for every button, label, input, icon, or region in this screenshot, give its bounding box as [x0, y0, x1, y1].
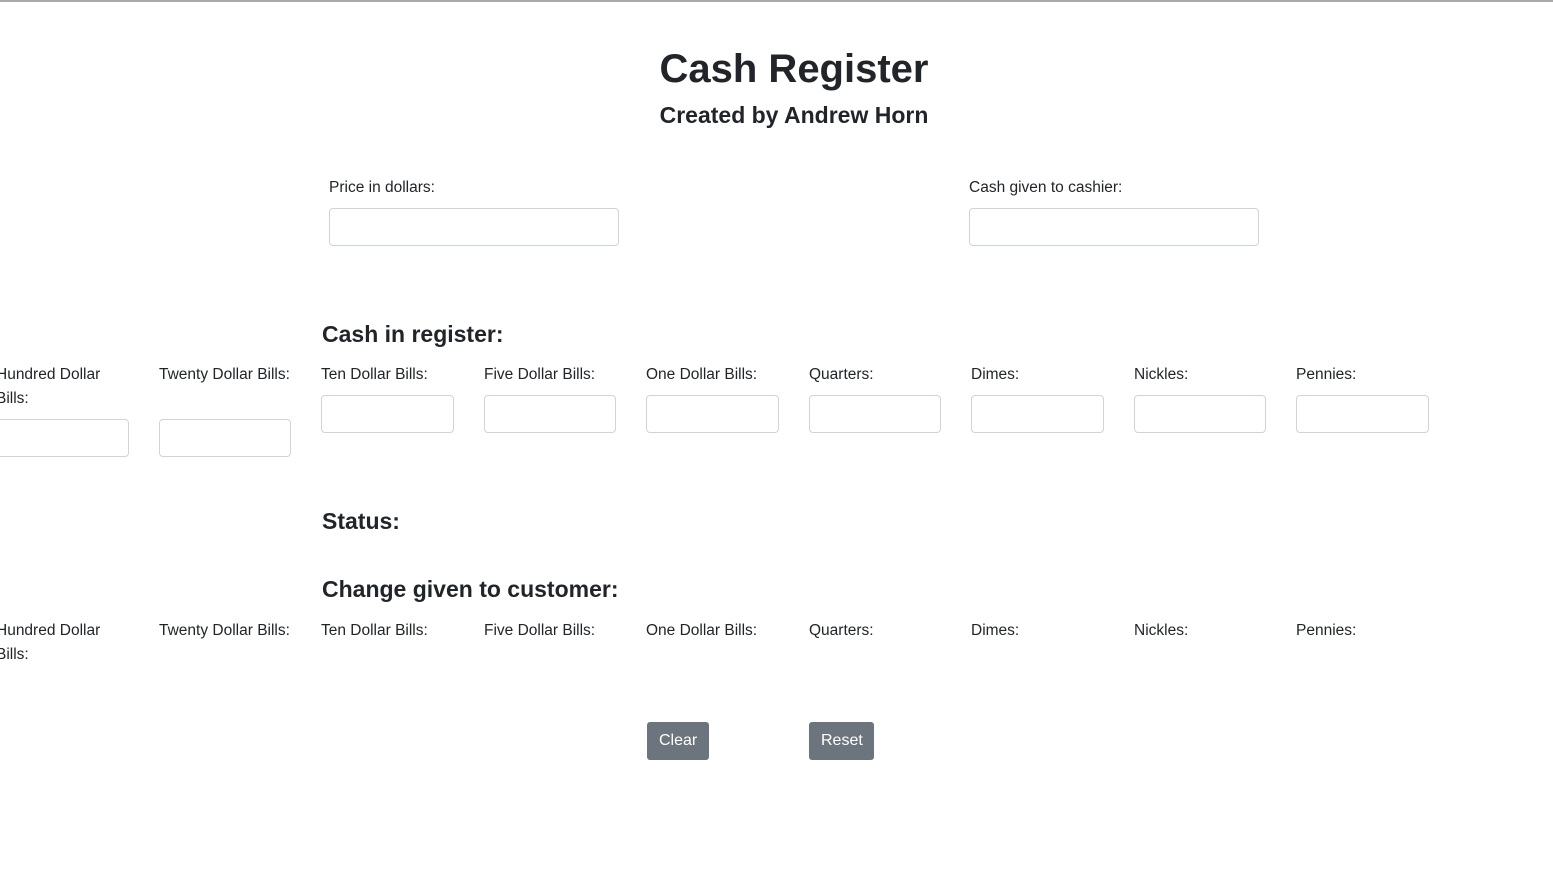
register-quarters-input[interactable]	[809, 395, 941, 433]
change-heading: Change given to customer:	[322, 576, 619, 602]
register-dimes-label: Dimes:	[971, 366, 1020, 383]
register-ten-input[interactable]	[321, 395, 454, 433]
register-five-label: Five Dollar Bills:	[484, 366, 596, 383]
change-nickels-label: Nickles:	[1134, 622, 1189, 639]
register-nickels-label: Nickles:	[1134, 366, 1189, 383]
change-dimes-label: Dimes:	[971, 622, 1020, 639]
register-one-input[interactable]	[646, 395, 779, 433]
cash-given-input[interactable]	[969, 208, 1259, 246]
change-pennies-label: Pennies:	[1296, 622, 1357, 639]
register-five-input[interactable]	[484, 395, 616, 433]
register-pennies-label: Pennies:	[1296, 366, 1357, 383]
register-twenty-input[interactable]	[159, 419, 291, 457]
register-dimes-input[interactable]	[971, 395, 1104, 433]
register-ten-label: Ten Dollar Bills:	[321, 366, 428, 383]
register-nickels-input[interactable]	[1134, 395, 1266, 433]
reset-button[interactable]: Reset	[809, 722, 874, 760]
change-twenty-label: Twenty Dollar Bills:	[159, 622, 290, 639]
register-hundred-label: Hundred Dollar Bills:	[0, 366, 101, 407]
register-hundred-input[interactable]	[0, 419, 129, 457]
page-subtitle: Created by Andrew Horn	[659, 102, 929, 128]
page-title: Cash Register	[659, 47, 929, 91]
top-divider	[0, 0, 1553, 2]
change-hundred-label: Hundred Dollar Bills:	[0, 622, 101, 663]
price-input[interactable]	[329, 208, 619, 246]
clear-button[interactable]: Clear	[647, 722, 709, 760]
change-ten-label: Ten Dollar Bills:	[321, 622, 428, 639]
price-label: Price in dollars:	[329, 179, 435, 196]
register-pennies-input[interactable]	[1296, 395, 1429, 433]
register-one-label: One Dollar Bills:	[646, 366, 758, 383]
register-quarters-label: Quarters:	[809, 366, 874, 383]
status-heading: Status:	[322, 508, 400, 534]
register-heading: Cash in register:	[322, 321, 504, 347]
change-one-label: One Dollar Bills:	[646, 622, 758, 639]
change-five-label: Five Dollar Bills:	[484, 622, 596, 639]
change-quarters-label: Quarters:	[809, 622, 874, 639]
cash-given-label: Cash given to cashier:	[969, 179, 1123, 196]
register-twenty-label: Twenty Dollar Bills:	[159, 366, 290, 383]
